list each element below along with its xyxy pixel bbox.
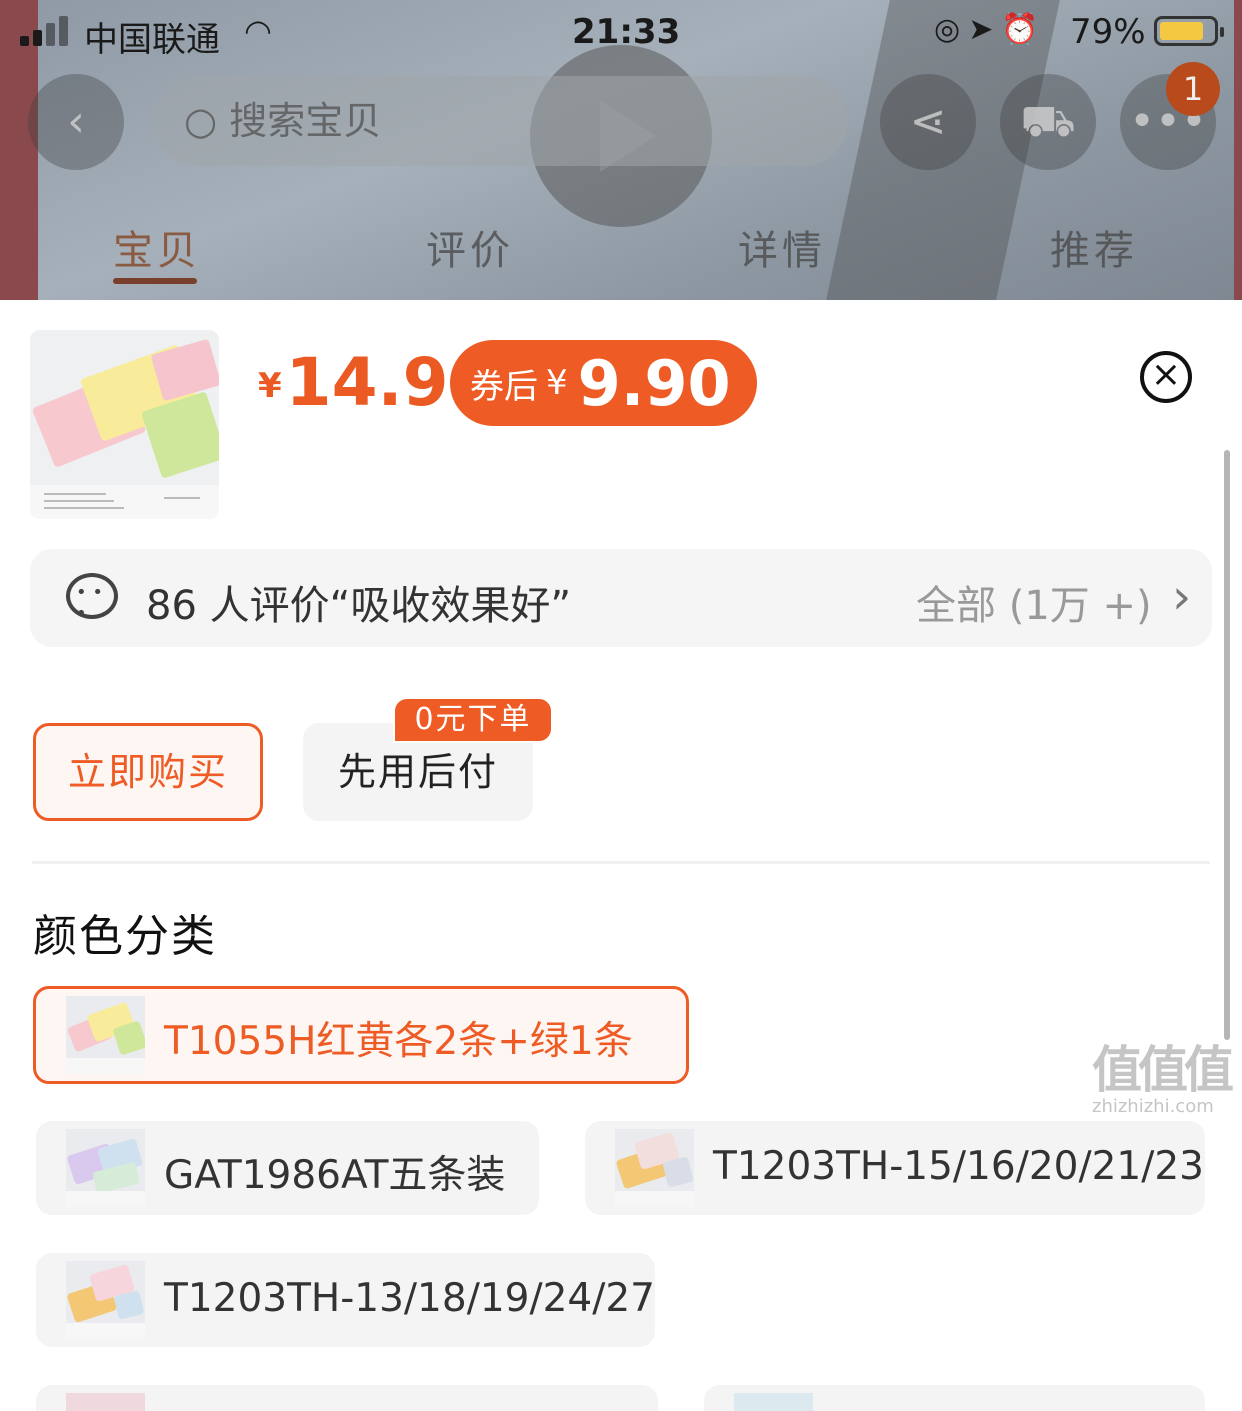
screen: { "status_bar": { "carrier": "中国联通", "ti… <box>0 0 1242 1411</box>
status-icons: ◎➤⏰ <box>934 12 1047 47</box>
buy-now-button[interactable]: 立即购买 <box>33 723 263 821</box>
watermark: 值值值 zhizhizhi.com <box>1092 1030 1238 1117</box>
option-chip-partial[interactable] <box>36 1385 658 1411</box>
location-icon: ➤ <box>968 12 1002 47</box>
battery-icon <box>1154 16 1224 46</box>
option-thumbnail <box>615 1129 694 1207</box>
clock: 21:33 <box>572 12 681 52</box>
option-thumbnail <box>66 1261 145 1339</box>
carrier-name: 中国联通 <box>84 20 220 60</box>
wifi-icon: ◠ <box>244 12 272 50</box>
price-currency: ¥ <box>258 366 282 406</box>
color-category-title: 颜色分类 <box>33 911 217 962</box>
option-chip-partial[interactable] <box>704 1385 1205 1411</box>
product-thumbnail[interactable] <box>30 330 219 519</box>
sku-sheet: ¥14.9 券后 ¥ 9.90 × 86 人评价“吸收效果好” 全部 (1万 +… <box>0 300 1242 1411</box>
close-icon: × <box>1150 354 1182 395</box>
review-summary-text: 86 人评价“吸收效果好” <box>146 583 572 629</box>
chevron-right-icon: › <box>1172 569 1192 625</box>
current-price: ¥14.9 <box>258 344 449 421</box>
rotation-lock-icon: ◎ <box>934 12 969 47</box>
cart-count-badge: 1 <box>1166 62 1220 116</box>
search-icon: ○ <box>184 99 218 143</box>
all-reviews-link[interactable]: 全部 (1万 +) <box>916 573 1152 631</box>
chevron-left-icon: ‹ <box>67 96 85 147</box>
option-label: T1203TH-13/18/19/24/27 <box>164 1276 655 1321</box>
coupon-label: 券后 <box>470 366 538 407</box>
option-chip[interactable]: T1203TH-13/18/19/24/27 <box>36 1253 655 1347</box>
cart-button[interactable]: ⛟ <box>1000 74 1096 170</box>
top-nav: ‹ ○ 搜索宝贝 ⋖ ⛟ ••• 1 <box>0 62 1242 174</box>
scrollbar[interactable] <box>1224 450 1230 1040</box>
option-thumbnail <box>66 996 145 1074</box>
watermark-site: zhizhizhi.com <box>1092 1096 1214 1117</box>
chat-bubble-icon <box>66 573 118 624</box>
active-tab-indicator <box>113 278 197 284</box>
tab-details[interactable]: 详情 <box>738 218 826 276</box>
share-button[interactable]: ⋖ <box>880 74 976 170</box>
share-icon: ⋖ <box>909 96 947 147</box>
option-thumbnail <box>734 1393 813 1411</box>
option-chip[interactable]: GAT1986AT五条装 <box>36 1121 539 1215</box>
search-bar[interactable]: ○ 搜索宝贝 <box>154 76 848 166</box>
watermark-logo: 值值值 <box>1092 1041 1234 1099</box>
coupon-price-badge: 券后 ¥ 9.90 <box>450 340 757 426</box>
coupon-currency: ¥ <box>546 363 568 403</box>
option-thumbnail <box>66 1129 145 1207</box>
battery-percent: 79% <box>1070 12 1146 52</box>
option-thumbnail <box>66 1393 145 1411</box>
coupon-price-value: 9.90 <box>577 346 731 420</box>
review-summary-bar[interactable]: 86 人评价“吸收效果好” 全部 (1万 +) › <box>30 549 1212 647</box>
option-label: T1203TH-15/16/20/21/23 <box>713 1144 1204 1189</box>
option-chip-selected[interactable]: T1055H红黄各2条+绿1条 <box>33 986 689 1084</box>
price-value: 14.9 <box>285 344 449 421</box>
option-chip[interactable]: T1203TH-15/16/20/21/23 <box>585 1121 1205 1215</box>
cell-signal-icon <box>20 14 74 46</box>
background-product-page: 中国联通 ◠ 21:33 ◎➤⏰ 79% ‹ ○ 搜索宝贝 ⋖ ⛟ ••• 1 … <box>0 0 1242 300</box>
zero-down-badge: 0元下单 <box>393 697 553 743</box>
alarm-icon: ⏰ <box>1001 12 1047 47</box>
tab-recommend[interactable]: 推荐 <box>1050 218 1138 276</box>
close-button[interactable]: × <box>1140 351 1192 403</box>
cart-icon: ⛟ <box>1020 96 1076 147</box>
search-placeholder: 搜索宝贝 <box>229 99 382 143</box>
tab-reviews[interactable]: 评价 <box>426 218 514 276</box>
divider <box>32 861 1210 864</box>
option-label: T1055H红黄各2条+绿1条 <box>164 1019 633 1064</box>
option-label: GAT1986AT五条装 <box>164 1153 506 1198</box>
tab-item[interactable]: 宝贝 <box>113 218 201 276</box>
status-bar: 中国联通 ◠ 21:33 ◎➤⏰ 79% <box>0 0 1242 64</box>
page-tabs: 宝贝 评价 详情 推荐 <box>0 218 1242 288</box>
back-button[interactable]: ‹ <box>28 74 124 170</box>
